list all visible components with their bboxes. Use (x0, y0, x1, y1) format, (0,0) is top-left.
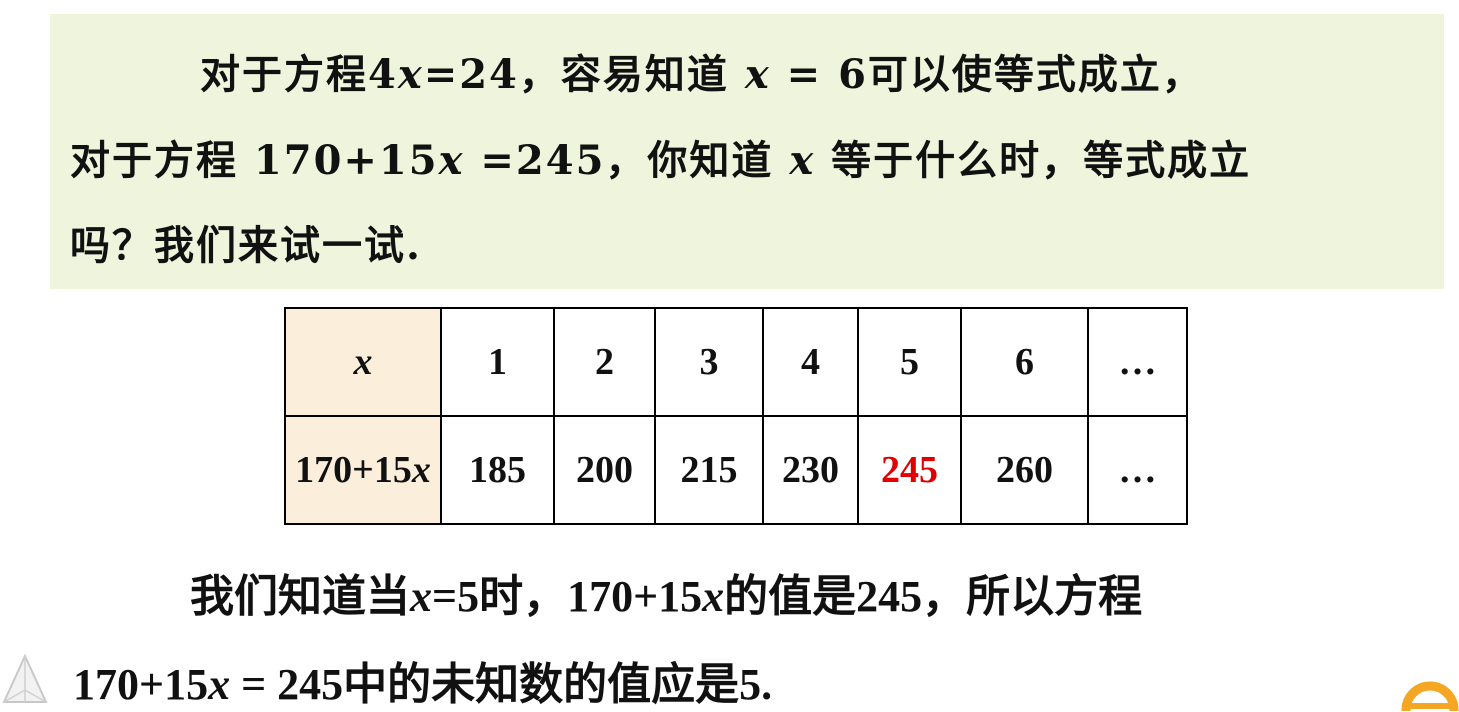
table-cell: 2 (553, 307, 656, 417)
header-expression-cell: 170+15x (284, 415, 442, 525)
ring-icon (1401, 681, 1459, 711)
table-cell: 215 (654, 415, 764, 525)
values-table: x 1 2 3 4 5 6 … 170+15x 185 200 215 230 … (284, 307, 1188, 525)
intro-line-2: 对于方程 170+15x =245，你知道 x 等于什么时，等式成立 (70, 137, 1252, 184)
table-cell: 1 (440, 307, 555, 417)
table-cell: 5 (857, 307, 962, 417)
table-cell-highlight: 245 (857, 415, 962, 525)
table-cell: … (1087, 415, 1188, 525)
conclusion-line-1: 我们知道当x=5时，170+15x的值是245，所以方程 (190, 572, 1143, 621)
table-cell: … (1087, 307, 1188, 417)
table-row: 170+15x 185 200 215 230 245 260 … (284, 415, 1188, 525)
table-cell: 230 (762, 415, 859, 525)
header-x-cell: x (284, 307, 442, 417)
table-cell: 185 (440, 415, 555, 525)
table-cell: 200 (553, 415, 656, 525)
table-cell: 260 (960, 415, 1089, 525)
intro-line-1: 对于方程4x=24，容易知道 x = 6可以使等式成立， (200, 51, 1204, 98)
table-cell: 6 (960, 307, 1089, 417)
pyramid-icon (2, 653, 48, 703)
table-cell: 4 (762, 307, 859, 417)
conclusion-line-2: 170+15x = 245中的未知数的值应是5. (73, 660, 773, 709)
table-row: x 1 2 3 4 5 6 … (284, 307, 1188, 417)
intro-line-3: 吗？我们来试一试. (70, 222, 422, 269)
table-cell: 3 (654, 307, 764, 417)
